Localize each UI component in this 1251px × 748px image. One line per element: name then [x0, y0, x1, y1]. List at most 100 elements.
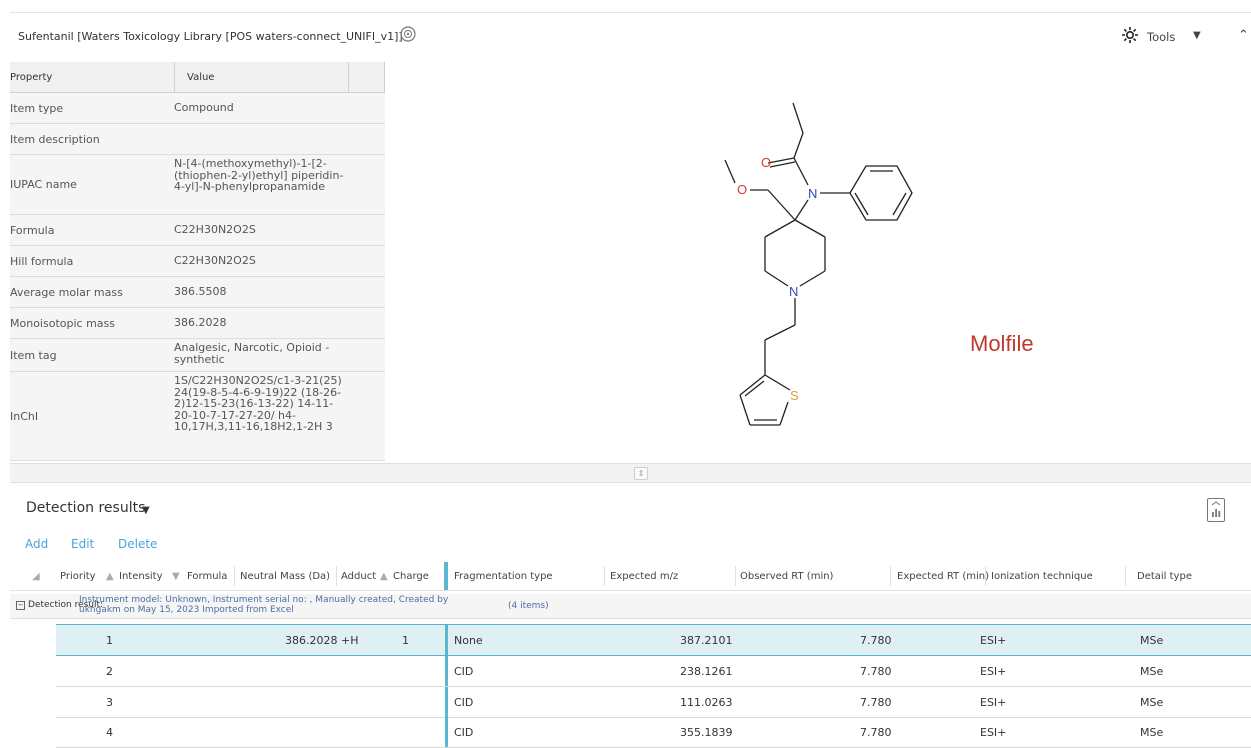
- caret-down-icon[interactable]: ▼: [142, 505, 150, 516]
- cell-priority: 4: [106, 726, 113, 739]
- cell-expected-mz: 238.1261: [680, 665, 733, 678]
- column-header-value[interactable]: Value: [187, 72, 214, 83]
- property-row: Item tag Analgesic, Narcotic, Opioid - s…: [10, 339, 385, 372]
- column-header-expected-rt[interactable]: Expected RT (min): [897, 571, 989, 582]
- column-header-property[interactable]: Property: [10, 72, 52, 83]
- column-header-expected-mz[interactable]: Expected m/z: [610, 571, 678, 582]
- record-title: Sufentanil [Waters Toxicology Library [P…: [18, 30, 403, 43]
- sort-asc-icon[interactable]: ▲: [380, 571, 388, 582]
- column-header-neutral-mass[interactable]: Neutral Mass (Da): [240, 571, 330, 582]
- oxygen-atom-label: O: [761, 155, 771, 170]
- cell-ionization: ESI+: [980, 634, 1007, 647]
- cell-ionization: ESI+: [980, 696, 1007, 709]
- property-table-header: Property Value: [10, 62, 385, 93]
- cell-observed-rt: 7.780: [860, 665, 892, 678]
- cell-detail-type: MSe: [1140, 665, 1164, 678]
- column-header-ionization[interactable]: Ionization technique: [991, 571, 1093, 582]
- cell-expected-mz: 387.2101: [680, 634, 733, 647]
- property-table: Property Value Item type Compound Item d…: [10, 62, 385, 461]
- tools-menu-button[interactable]: Tools: [1147, 30, 1175, 44]
- column-header-fragmentation[interactable]: Fragmentation type: [454, 571, 553, 582]
- cell-observed-rt: 7.780: [860, 726, 892, 739]
- column-header-priority[interactable]: Priority: [60, 571, 96, 582]
- edit-button[interactable]: Edit: [71, 537, 94, 551]
- column-header-formula[interactable]: Formula: [187, 571, 227, 582]
- property-row: IUPAC name N-[4-(methoxymethyl)-1-[2-(th…: [10, 155, 385, 215]
- panel-splitter[interactable]: ⇕: [10, 463, 1251, 483]
- property-row: Item type Compound: [10, 93, 385, 124]
- property-key: Monoisotopic mass: [10, 317, 115, 330]
- nitrogen-atom-label: N: [789, 284, 798, 299]
- cell-detail-type: MSe: [1140, 726, 1164, 739]
- column-header-detail-type[interactable]: Detail type: [1137, 571, 1192, 582]
- group-row[interactable]: − Detection result: Instrument model: Un…: [10, 594, 1251, 619]
- property-key: Formula: [10, 224, 55, 237]
- property-row: Monoisotopic mass 386.2028: [10, 308, 385, 339]
- group-item-count: (4 items): [508, 601, 549, 611]
- property-row: Average molar mass 386.5508: [10, 277, 385, 308]
- nitrogen-atom-label: N: [808, 186, 817, 201]
- cell-expected-mz: 111.0263: [680, 696, 733, 709]
- cell-detail-type: MSe: [1140, 696, 1164, 709]
- chevron-up-icon[interactable]: ⌃: [1238, 28, 1249, 43]
- group-description: Instrument model: Unknown, Instrument se…: [79, 595, 449, 615]
- property-value: N-[4-(methoxymethyl)-1-[2-(thiophen-2-yl…: [174, 157, 344, 193]
- property-value: Analgesic, Narcotic, Opioid - synthetic: [174, 341, 330, 366]
- property-key: Hill formula: [10, 255, 74, 268]
- record-header: Sufentanil [Waters Toxicology Library [P…: [10, 12, 1251, 63]
- cell-charge: 1: [402, 634, 409, 647]
- table-row[interactable]: 3 CID 111.0263 7.780 ESI+ MSe: [56, 687, 1251, 718]
- select-all-icon[interactable]: ◢: [32, 571, 40, 582]
- cell-adduct: +H: [341, 634, 359, 647]
- property-value: 386.2028: [174, 316, 227, 329]
- property-key: InChI: [10, 410, 39, 423]
- molecule-structure: O O N N S: [724, 102, 913, 426]
- property-value: 1S/C22H30N2O2S/c1-3-21(25) 24(19-8-5-4-6…: [174, 374, 342, 433]
- cell-expected-mz: 355.1839: [680, 726, 733, 739]
- add-button[interactable]: Add: [25, 537, 48, 551]
- column-header-intensity[interactable]: Intensity: [119, 571, 163, 582]
- property-row: Formula C22H30N2O2S: [10, 215, 385, 246]
- cell-detail-type: MSe: [1140, 634, 1164, 647]
- cell-priority: 1: [106, 634, 113, 647]
- caret-down-icon[interactable]: ▼: [1193, 30, 1201, 41]
- column-header-adduct[interactable]: Adduct: [341, 571, 376, 582]
- property-key: Item type: [10, 102, 64, 115]
- table-row[interactable]: 1 386.2028 +H 1 None 387.2101 7.780 ESI+…: [56, 624, 1251, 656]
- cell-observed-rt: 7.780: [860, 696, 892, 709]
- column-header-observed-rt[interactable]: Observed RT (min): [740, 571, 833, 582]
- property-row: Item description: [10, 124, 385, 155]
- library-badge-icon[interactable]: [399, 25, 417, 43]
- property-value: Compound: [174, 101, 234, 114]
- sort-desc-icon[interactable]: ▼: [172, 571, 180, 582]
- property-key: Item description: [10, 133, 100, 146]
- property-key: Item tag: [10, 349, 57, 362]
- column-header-charge[interactable]: Charge: [393, 571, 429, 582]
- property-key: IUPAC name: [10, 178, 77, 191]
- cell-observed-rt: 7.780: [860, 634, 892, 647]
- property-value: 386.5508: [174, 285, 227, 298]
- gear-icon[interactable]: [1120, 25, 1142, 47]
- property-value: C22H30N2O2S: [174, 223, 256, 236]
- sort-asc-icon[interactable]: ▲: [106, 571, 114, 582]
- cell-priority: 2: [106, 665, 113, 678]
- cell-ionization: ESI+: [980, 726, 1007, 739]
- frozen-column-marker: [444, 562, 448, 590]
- sulfur-atom-label: S: [790, 388, 799, 403]
- cell-ionization: ESI+: [980, 665, 1007, 678]
- property-row: Hill formula C22H30N2O2S: [10, 246, 385, 277]
- oxygen-atom-label: O: [737, 182, 747, 197]
- cell-neutral-mass: 386.2028: [285, 634, 338, 647]
- splitter-grip-icon[interactable]: ⇕: [634, 467, 648, 480]
- table-row[interactable]: 4 CID 355.1839 7.780 ESI+ MSe: [56, 717, 1251, 748]
- collapse-group-icon[interactable]: −: [16, 601, 25, 610]
- detection-grid-header: ◢ Priority ▲ Intensity ▼ Formula Neutral…: [10, 562, 1251, 591]
- chart-export-icon[interactable]: [1207, 498, 1225, 522]
- cell-fragmentation: None: [454, 634, 483, 647]
- table-row[interactable]: 2 CID 238.1261 7.780 ESI+ MSe: [56, 656, 1251, 687]
- cell-fragmentation: CID: [454, 665, 474, 678]
- delete-button[interactable]: Delete: [118, 537, 157, 551]
- cell-priority: 3: [106, 696, 113, 709]
- detection-results-title[interactable]: Detection results: [26, 500, 145, 516]
- property-value: C22H30N2O2S: [174, 254, 256, 267]
